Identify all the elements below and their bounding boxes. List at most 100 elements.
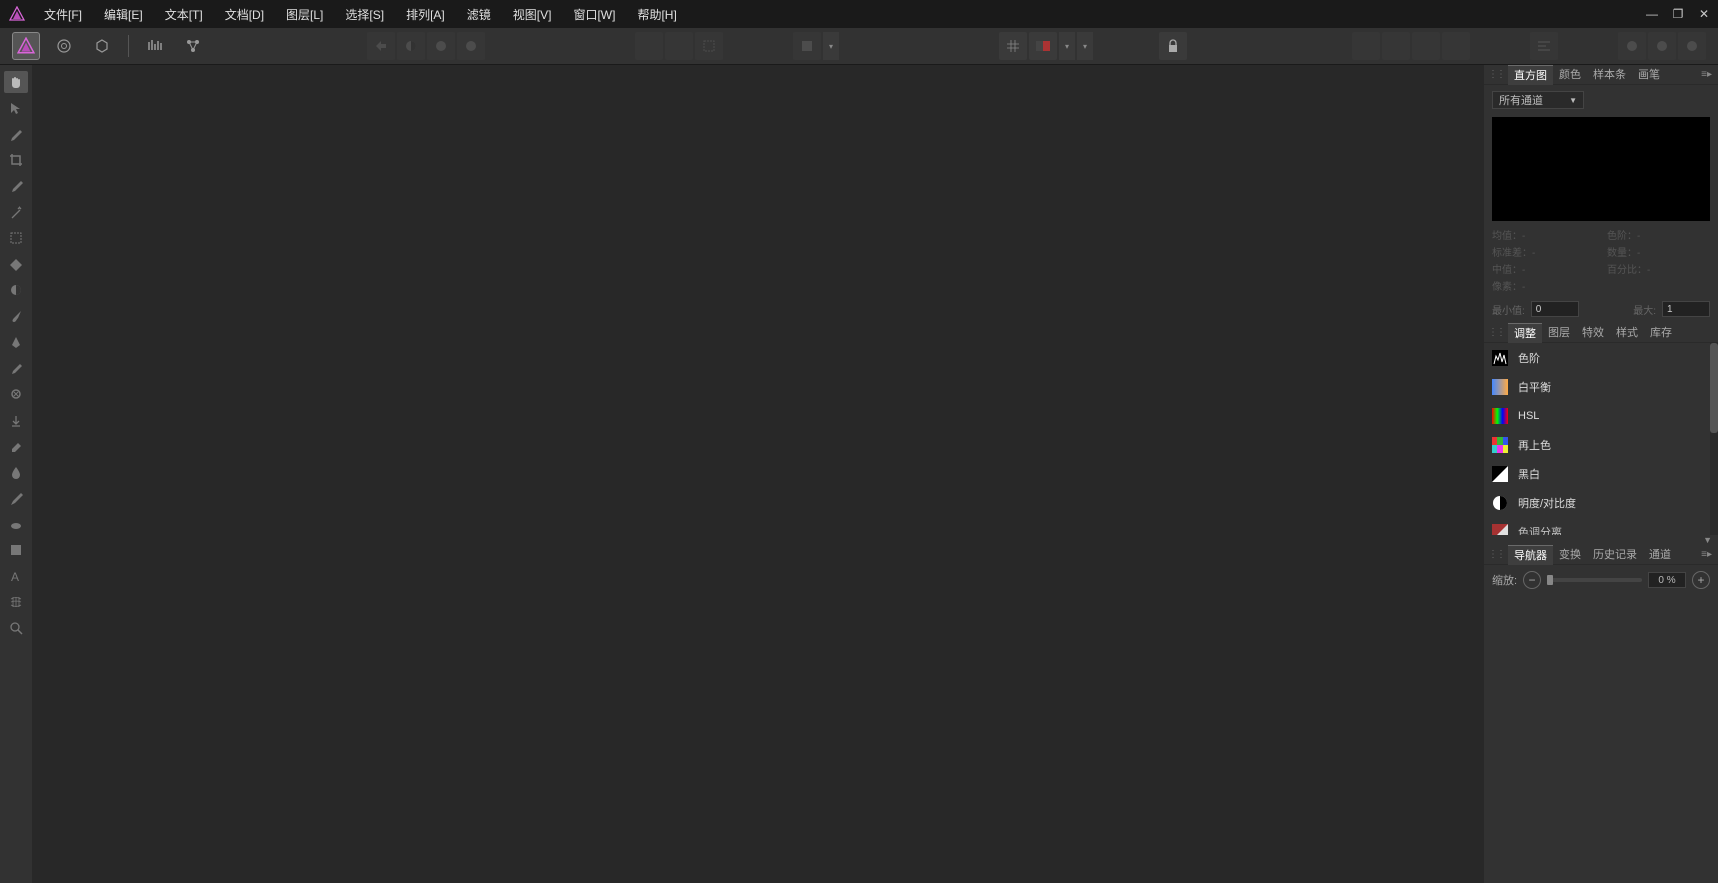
zoom-in-button[interactable]: + [1692, 571, 1710, 589]
tb-flag[interactable] [1029, 32, 1057, 60]
panel-grip-icon[interactable]: ⋮⋮ [1488, 549, 1504, 560]
menu-file[interactable]: 文件[F] [44, 6, 82, 23]
tab-channels[interactable]: 通道 [1643, 545, 1677, 565]
tab-styles[interactable]: 样式 [1610, 323, 1644, 343]
adj-bw[interactable]: 黑白 [1484, 459, 1718, 488]
tb-backward[interactable] [1412, 32, 1440, 60]
menu-text[interactable]: 文本[T] [165, 6, 203, 23]
tab-brushes[interactable]: 画笔 [1632, 65, 1666, 85]
tb-assist-dd[interactable]: ▾ [823, 32, 839, 60]
tb-back[interactable] [1442, 32, 1470, 60]
menu-view[interactable]: 视图[V] [513, 6, 552, 23]
tb-grid[interactable] [999, 32, 1027, 60]
tab-stock[interactable]: 库存 [1644, 323, 1678, 343]
menu-document[interactable]: 文档[D] [225, 6, 264, 23]
tool-shape[interactable] [4, 539, 28, 561]
tab-adjustments[interactable]: 调整 [1508, 323, 1542, 343]
menu-window[interactable]: 窗口[W] [573, 6, 615, 23]
tool-zoom[interactable] [4, 617, 28, 639]
menu-filter[interactable]: 滤镜 [467, 6, 491, 23]
tool-crop[interactable] [4, 149, 28, 171]
persona-develop[interactable] [88, 32, 116, 60]
channel-dropdown[interactable]: 所有通道 ▼ [1492, 91, 1584, 109]
tool-text[interactable]: A [4, 565, 28, 587]
tool-gradient[interactable] [4, 279, 28, 301]
max-input[interactable] [1662, 301, 1710, 317]
menu-arrange[interactable]: 排列[A] [406, 6, 445, 23]
tb-autolevels[interactable] [367, 32, 395, 60]
tool-dodge[interactable] [4, 487, 28, 509]
tab-navigator[interactable]: 导航器 [1508, 545, 1553, 565]
minimize-icon[interactable]: — [1646, 8, 1658, 20]
adj-hsl[interactable]: HSL [1484, 401, 1718, 430]
zoom-slider[interactable] [1547, 578, 1642, 582]
menu-select[interactable]: 选择[S] [345, 6, 384, 23]
tool-fill[interactable] [4, 253, 28, 275]
adj-recolor[interactable]: 再上色 [1484, 430, 1718, 459]
adj-expand-icon[interactable]: ▼ [1484, 535, 1718, 545]
navigator-preview[interactable] [1484, 595, 1718, 883]
tool-brush[interactable] [4, 305, 28, 327]
tb-assist1[interactable] [793, 32, 821, 60]
tool-pen[interactable] [4, 331, 28, 353]
tab-color[interactable]: 颜色 [1553, 65, 1587, 85]
tb-snap-dd2[interactable]: ▾ [1077, 32, 1093, 60]
panel-menu-icon[interactable]: ≡▸ [1699, 69, 1714, 80]
tool-colorpicker[interactable] [4, 123, 28, 145]
tab-swatches[interactable]: 样本条 [1587, 65, 1632, 85]
adj-scrollbar[interactable] [1710, 343, 1718, 535]
tb-align[interactable] [1530, 32, 1558, 60]
zoom-value[interactable]: 0 % [1648, 572, 1686, 588]
persona-liquify[interactable] [50, 32, 78, 60]
tb-sub[interactable] [1648, 32, 1676, 60]
tb-forward[interactable] [1382, 32, 1410, 60]
panel-grip-icon[interactable]: ⋮⋮ [1488, 327, 1504, 338]
persona-export[interactable] [179, 32, 207, 60]
tb-autocontrast[interactable] [397, 32, 425, 60]
tab-effects[interactable]: 特效 [1576, 323, 1610, 343]
tb-select2[interactable] [665, 32, 693, 60]
tab-transform[interactable]: 变换 [1553, 545, 1587, 565]
tab-layers[interactable]: 图层 [1542, 323, 1576, 343]
menu-help[interactable]: 帮助[H] [637, 6, 676, 23]
panel-menu-icon[interactable]: ≡▸ [1699, 549, 1714, 560]
close-icon[interactable]: ✕ [1698, 8, 1710, 20]
tab-histogram[interactable]: 直方图 [1508, 65, 1553, 85]
tab-history[interactable]: 历史记录 [1587, 545, 1643, 565]
right-panels: ⋮⋮ 直方图 颜色 样本条 画笔 ≡▸ 所有通道 ▼ 均值：- 色阶：- 标准差… [1484, 65, 1718, 883]
tb-autocolors[interactable] [427, 32, 455, 60]
adj-whitebalance[interactable]: 白平衡 [1484, 372, 1718, 401]
canvas[interactable] [32, 65, 1484, 883]
tool-hand[interactable] [4, 71, 28, 93]
menu-edit[interactable]: 编辑[E] [104, 6, 143, 23]
adj-posterize[interactable]: 色调分离 [1484, 517, 1718, 535]
menu-layer[interactable]: 图层[L] [286, 6, 323, 23]
tool-eyedropper[interactable] [4, 357, 28, 379]
tool-brush2[interactable] [4, 175, 28, 197]
tb-front[interactable] [1352, 32, 1380, 60]
panel-grip-icon[interactable]: ⋮⋮ [1488, 69, 1504, 80]
tool-marquee[interactable] [4, 227, 28, 249]
tb-autowb[interactable] [457, 32, 485, 60]
tool-clone[interactable] [4, 409, 28, 431]
tool-wand[interactable] [4, 201, 28, 223]
tool-mesh[interactable] [4, 591, 28, 613]
tool-move[interactable] [4, 97, 28, 119]
persona-tonemap[interactable] [141, 32, 169, 60]
tb-snap-dd[interactable]: ▾ [1059, 32, 1075, 60]
tool-sponge[interactable] [4, 513, 28, 535]
tool-blur[interactable] [4, 461, 28, 483]
persona-photo[interactable] [12, 32, 40, 60]
zoom-out-button[interactable]: − [1523, 571, 1541, 589]
tool-eraser[interactable] [4, 435, 28, 457]
tb-select1[interactable] [635, 32, 663, 60]
tb-int[interactable] [1678, 32, 1706, 60]
tb-add[interactable] [1618, 32, 1646, 60]
min-input[interactable] [1531, 301, 1579, 317]
adj-brightness[interactable]: 明度/对比度 [1484, 488, 1718, 517]
adj-levels[interactable]: 色阶 [1484, 343, 1718, 372]
tool-patch[interactable] [4, 383, 28, 405]
maximize-icon[interactable]: ❐ [1672, 8, 1684, 20]
tb-lock[interactable] [1159, 32, 1187, 60]
tb-select3[interactable] [695, 32, 723, 60]
